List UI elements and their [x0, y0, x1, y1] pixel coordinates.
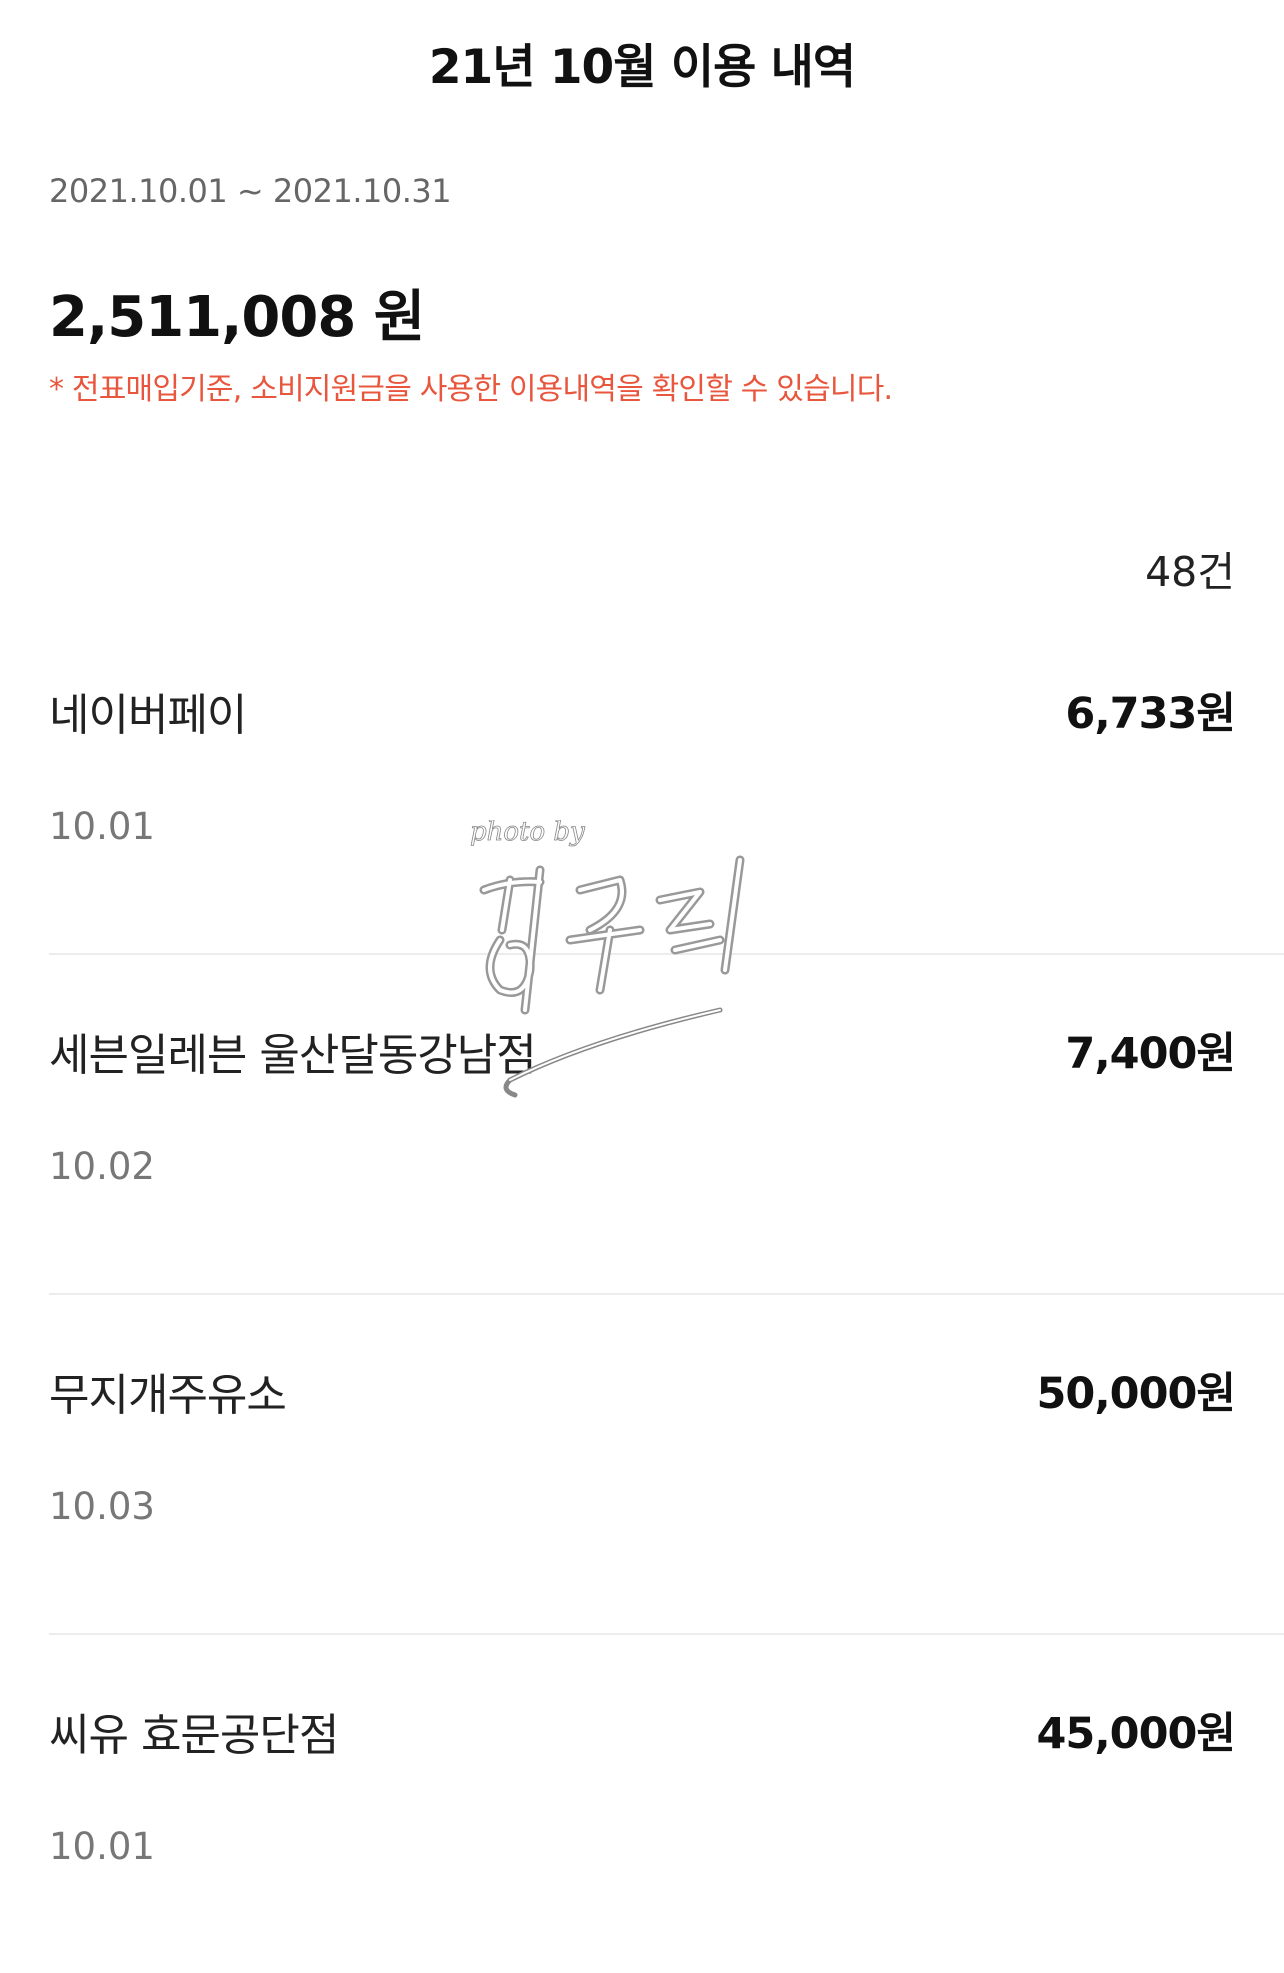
transaction-amount: 7,400원	[1065, 1029, 1236, 1079]
transaction-row[interactable]: 씨유 효문공단점 45,000원 10.01	[49, 1635, 1284, 1973]
transaction-amount: 6,733원	[1065, 689, 1236, 739]
transaction-list: 네이버페이 6,733원 10.01 세븐일레븐 울산달동강남점 7,400원 …	[0, 615, 1284, 1973]
transaction-date: 10.01	[49, 1825, 155, 1868]
transaction-row[interactable]: 네이버페이 6,733원 10.01	[49, 615, 1284, 955]
total-amount: 2,511,008 원	[49, 285, 425, 350]
transaction-row[interactable]: 무지개주유소 50,000원 10.03	[49, 1295, 1284, 1635]
merchant-name: 씨유 효문공단점	[49, 1710, 339, 1761]
transaction-date: 10.03	[49, 1485, 155, 1528]
transaction-date: 10.02	[49, 1145, 155, 1188]
notice-text: * 전표매입기준, 소비지원금을 사용한 이용내역을 확인할 수 있습니다.	[49, 372, 893, 407]
transaction-date: 10.01	[49, 805, 155, 848]
merchant-name: 세븐일레븐 울산달동강남점	[49, 1030, 537, 1081]
transaction-amount: 45,000원	[1036, 1709, 1236, 1759]
merchant-name: 네이버페이	[49, 690, 247, 741]
transaction-amount: 50,000원	[1036, 1369, 1236, 1419]
date-range: 2021.10.01 ~ 2021.10.31	[49, 172, 452, 210]
page-title: 21년 10월 이용 내역	[428, 40, 856, 95]
transaction-row[interactable]: 세븐일레븐 울산달동강남점 7,400원 10.02	[49, 955, 1284, 1295]
transaction-count: 48건	[1145, 548, 1235, 596]
merchant-name: 무지개주유소	[49, 1370, 287, 1421]
